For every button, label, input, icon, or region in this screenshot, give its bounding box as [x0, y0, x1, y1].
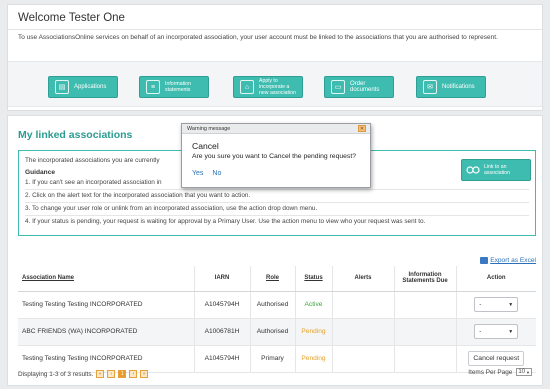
- order-icon: ▭: [331, 80, 345, 94]
- guidance-item: 4. If your status is pending, your reque…: [25, 218, 426, 225]
- col-information-statements: Information Statements Due: [394, 266, 457, 292]
- col-role[interactable]: Role: [250, 266, 296, 292]
- action-dropdown[interactable]: - ▼: [474, 297, 519, 312]
- info-statements-cell: [394, 318, 457, 346]
- yes-button[interactable]: Yes: [192, 170, 203, 177]
- alerts-cell: [332, 345, 395, 373]
- items-per-page: Items Per Page 10 ▼: [468, 368, 532, 376]
- tile-label: Applications: [74, 84, 107, 90]
- mail-icon: ✉: [423, 80, 437, 94]
- notifications-tile[interactable]: ✉ Notifications: [416, 76, 486, 98]
- chevron-down-icon: ▼: [508, 301, 514, 308]
- chevron-down-icon: ▼: [526, 369, 530, 375]
- col-status[interactable]: Status: [295, 266, 333, 292]
- chevron-down-icon: ▼: [508, 328, 514, 335]
- excel-icon: [480, 257, 489, 264]
- association-name: Testing Testing Testing INCORPORATED: [18, 291, 195, 319]
- apply-incorporate-tile[interactable]: ⌂ Apply to incorporate a new association: [233, 76, 303, 98]
- tile-label: Notifications: [442, 84, 475, 90]
- guidance-item: 3. To change your user role or unlink fr…: [25, 205, 529, 216]
- items-per-page-label: Items Per Page: [468, 368, 513, 376]
- export-label: Export as Excel: [490, 257, 536, 264]
- tile-label: Information statements: [165, 81, 191, 93]
- results-count: Displaying 1-3 of 3 results.: [18, 370, 94, 378]
- order-documents-tile[interactable]: ▭ Order documents: [324, 76, 394, 98]
- status-badge: Active: [295, 291, 333, 319]
- dialog-header: Warning message ✕: [182, 124, 370, 134]
- pagination: Displaying 1-3 of 3 results. « ‹ 1 › »: [18, 370, 149, 378]
- iarn: A1045794H: [194, 345, 251, 373]
- action-cell: - ▼: [456, 318, 536, 346]
- link-association-button[interactable]: Link to an association: [461, 159, 531, 181]
- link-icon: [466, 163, 480, 177]
- first-page-icon[interactable]: «: [96, 370, 105, 378]
- divider: [8, 29, 542, 30]
- link-association-label: Link to an association: [484, 164, 510, 176]
- dialog-message: Are you sure you want to Cancel the pend…: [192, 153, 356, 160]
- close-icon[interactable]: ✕: [358, 125, 366, 132]
- alerts-cell: [332, 318, 395, 346]
- association-name: ABC FRIENDS (WA) INCORPORATED: [18, 318, 195, 346]
- col-action: Action: [456, 266, 536, 292]
- associations-table: Association Name IARN Role Status Alerts…: [18, 266, 536, 373]
- info-statements-cell: [394, 345, 457, 373]
- tile-label: Order documents: [350, 81, 380, 93]
- col-alerts: Alerts: [332, 266, 395, 292]
- cancel-request-button[interactable]: Cancel request: [468, 351, 525, 366]
- iarn: A1045794H: [194, 291, 251, 319]
- export-excel-link[interactable]: Export as Excel: [480, 257, 536, 264]
- prev-page-icon[interactable]: ‹: [107, 370, 116, 378]
- dialog-actions: Yes No: [192, 170, 221, 177]
- warning-dialog: Warning message ✕ Cancel Are you sure yo…: [181, 123, 371, 188]
- page-number[interactable]: 1: [118, 370, 127, 378]
- table-row: ABC FRIENDS (WA) INCORPORATED A1006781H …: [18, 318, 536, 346]
- action-cell: - ▼: [456, 291, 536, 319]
- info-statements-cell: [394, 291, 457, 319]
- col-association-name[interactable]: Association Name: [18, 266, 195, 292]
- tile-label: Apply to incorporate a new association: [259, 78, 296, 96]
- building-icon: ⌂: [240, 80, 254, 94]
- next-page-icon[interactable]: ›: [129, 370, 138, 378]
- intro-text: To use AssociationsOnline services on be…: [18, 34, 498, 41]
- role: Authorised: [250, 291, 296, 319]
- role: Authorised: [250, 318, 296, 346]
- role: Primary: [250, 345, 296, 373]
- col-iarn: IARN: [194, 266, 251, 292]
- alerts-cell: [332, 291, 395, 319]
- section-title: My linked associations: [18, 129, 133, 141]
- iarn: A1006781H: [194, 318, 251, 346]
- page-title: Welcome Tester One: [18, 12, 125, 24]
- dialog-header-label: Warning message: [187, 126, 231, 132]
- guidance-intro: The incorporated associations you are cu…: [25, 157, 160, 164]
- no-button[interactable]: No: [212, 170, 221, 177]
- items-per-page-select[interactable]: 10 ▼: [516, 368, 532, 376]
- report-icon: ≡: [146, 80, 160, 94]
- last-page-icon[interactable]: »: [140, 370, 149, 378]
- guidance-heading: Guidance: [25, 169, 56, 176]
- document-icon: ▤: [55, 80, 69, 94]
- welcome-panel: Welcome Tester One To use AssociationsOn…: [7, 4, 543, 111]
- table-header-row: Association Name IARN Role Status Alerts…: [18, 266, 536, 292]
- dialog-title: Cancel: [192, 141, 219, 151]
- association-name: Testing Testing Testing INCORPORATED: [18, 345, 195, 373]
- service-tiles: ▤ Applications ≡ Information statements …: [8, 61, 542, 107]
- guidance-item: 2. Click on the alert text for the incor…: [25, 192, 529, 203]
- status-badge: Pending: [295, 318, 333, 346]
- action-dropdown[interactable]: - ▼: [474, 324, 519, 339]
- status-badge: Pending: [295, 345, 333, 373]
- applications-tile[interactable]: ▤ Applications: [48, 76, 118, 98]
- table-row: Testing Testing Testing INCORPORATED A10…: [18, 291, 536, 319]
- table-row: Testing Testing Testing INCORPORATED A10…: [18, 345, 536, 373]
- information-statements-tile[interactable]: ≡ Information statements: [139, 76, 209, 98]
